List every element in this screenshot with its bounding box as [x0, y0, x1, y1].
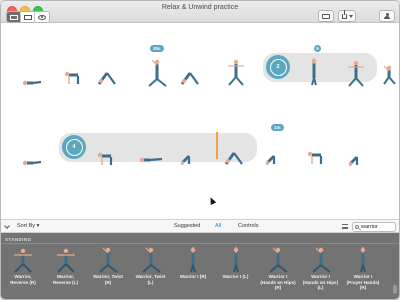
card-view-icon	[23, 14, 32, 20]
sequence-pose[interactable]	[381, 65, 397, 90]
view-mode-segmented-control	[6, 11, 50, 23]
preview-eye-icon	[38, 14, 46, 20]
pose-card[interactable]: Warrior I (Hands on Hips) (R)	[258, 247, 298, 299]
sequence-pose[interactable]	[138, 151, 164, 169]
chevron-down-icon	[348, 14, 353, 18]
sequence-pose[interactable]	[226, 58, 246, 91]
section-heading: STANDING	[5, 237, 32, 242]
repeat-badge[interactable]: 5	[314, 45, 321, 52]
sequence-pose[interactable]	[96, 63, 118, 90]
pose-card[interactable]: Warrior I (R)	[173, 247, 213, 299]
tab-controls[interactable]: Controls	[238, 223, 258, 229]
share-button[interactable]	[338, 9, 356, 22]
pose-card-sublabel: (R)	[104, 279, 112, 285]
pose-card-sublabel: (Prayer Hands) (R)	[346, 279, 380, 291]
pose-card[interactable]: Warrior I (Prayer Hands) (R)	[343, 247, 383, 299]
sequence-pose[interactable]	[307, 58, 321, 91]
chevron-down-icon: ▾	[36, 223, 40, 229]
sequence-pose[interactable]	[96, 146, 114, 171]
sequence-pose[interactable]	[346, 59, 366, 92]
sequence-pose[interactable]	[306, 147, 324, 170]
preview-button[interactable]	[35, 12, 49, 22]
pose-card-sublabel: (Hands on Hips) (L)	[302, 279, 339, 291]
pose-card-label: Warrior I (R)	[179, 274, 207, 279]
duration-badge[interactable]: 30s	[150, 45, 164, 52]
tab-suggested[interactable]: Suggested	[174, 223, 200, 229]
pose-thumbnail	[46, 247, 86, 273]
scroll-handle[interactable]	[393, 285, 397, 294]
pose-card[interactable]: Warrior I (L)	[216, 247, 256, 299]
mouse-cursor	[207, 196, 217, 205]
share-icon	[341, 9, 347, 19]
sort-by-dropdown[interactable]: Sort By ▾	[17, 223, 39, 229]
search-icon	[355, 225, 359, 229]
printer-icon	[322, 13, 330, 19]
sequence-pose[interactable]	[63, 65, 81, 90]
tab-all[interactable]: All	[215, 223, 221, 229]
sequence-canvas[interactable]: 2 4 30s 5 1m	[1, 23, 399, 219]
card-view-button[interactable]	[21, 12, 35, 22]
sequence-view-icon	[9, 14, 18, 20]
pose-library: STANDING Warrior, Reverse (R) Warrior, Reve…	[1, 233, 399, 299]
list-view-icon[interactable]	[342, 224, 348, 229]
title-bar: Relax & Unwind practice	[1, 1, 399, 23]
pose-thumbnail	[3, 247, 43, 273]
pose-thumbnail	[216, 247, 256, 273]
sequence-pose[interactable]	[21, 73, 43, 92]
collapse-library-chevron-icon[interactable]	[4, 223, 10, 229]
pose-thumbnail	[173, 247, 213, 273]
pose-thumbnail	[258, 247, 298, 273]
pose-card[interactable]: Warrior I (Hands on Hips) (L)	[301, 247, 341, 299]
pose-card[interactable]: Warrior, Twist (R)	[88, 247, 128, 299]
pose-card-sublabel: (Hands on Hips) (R)	[260, 279, 296, 291]
sequence-view-button[interactable]	[7, 12, 21, 22]
sequence-pose[interactable]	[21, 153, 43, 172]
repeat-counter-row1[interactable]: 2	[266, 55, 290, 79]
library-filter-bar: Sort By ▾ Suggested All Controls	[1, 219, 399, 233]
pose-card-label: Warrior I (L)	[222, 274, 249, 279]
pose-thumbnail	[131, 247, 171, 273]
app-window: Relax & Unwind practice 2 4 30s 5 1m Sor…	[0, 0, 400, 300]
section-divider	[1, 243, 399, 244]
sequence-pose[interactable]	[265, 145, 282, 170]
pose-card[interactable]: Warrior, Twist (L)	[131, 247, 171, 299]
pose-card-sublabel: (L)	[147, 279, 154, 285]
pose-card-label: Warrior, Twist	[135, 274, 166, 279]
duration-badge[interactable]: 1m	[271, 124, 284, 131]
sequence-pose[interactable]	[179, 63, 201, 90]
pose-card[interactable]: Warrior, Reverse (L)	[46, 247, 86, 299]
pose-thumbnail	[343, 247, 383, 273]
pose-search-field[interactable]	[352, 222, 396, 232]
selection-bar	[216, 132, 218, 159]
person-icon	[384, 12, 390, 20]
pose-thumbnail	[301, 247, 341, 273]
sequence-pose[interactable]	[180, 145, 197, 170]
sort-by-label: Sort By	[17, 223, 36, 229]
repeat-counter-row2[interactable]: 4	[62, 135, 86, 159]
pose-thumbnail	[88, 247, 128, 273]
pose-card-sublabel: Reverse (L)	[52, 279, 79, 285]
account-button[interactable]	[379, 10, 395, 22]
sequence-pose[interactable]	[146, 59, 168, 92]
pose-card-sublabel: Reverse (R)	[10, 279, 36, 285]
pose-card[interactable]: Warrior, Reverse (R)	[3, 247, 43, 299]
print-button[interactable]	[318, 10, 334, 22]
search-input[interactable]	[361, 224, 395, 230]
pose-card-label: Warrior, Twist	[93, 274, 123, 279]
sequence-pose[interactable]	[348, 148, 365, 171]
sequence-pose[interactable]	[223, 145, 245, 170]
